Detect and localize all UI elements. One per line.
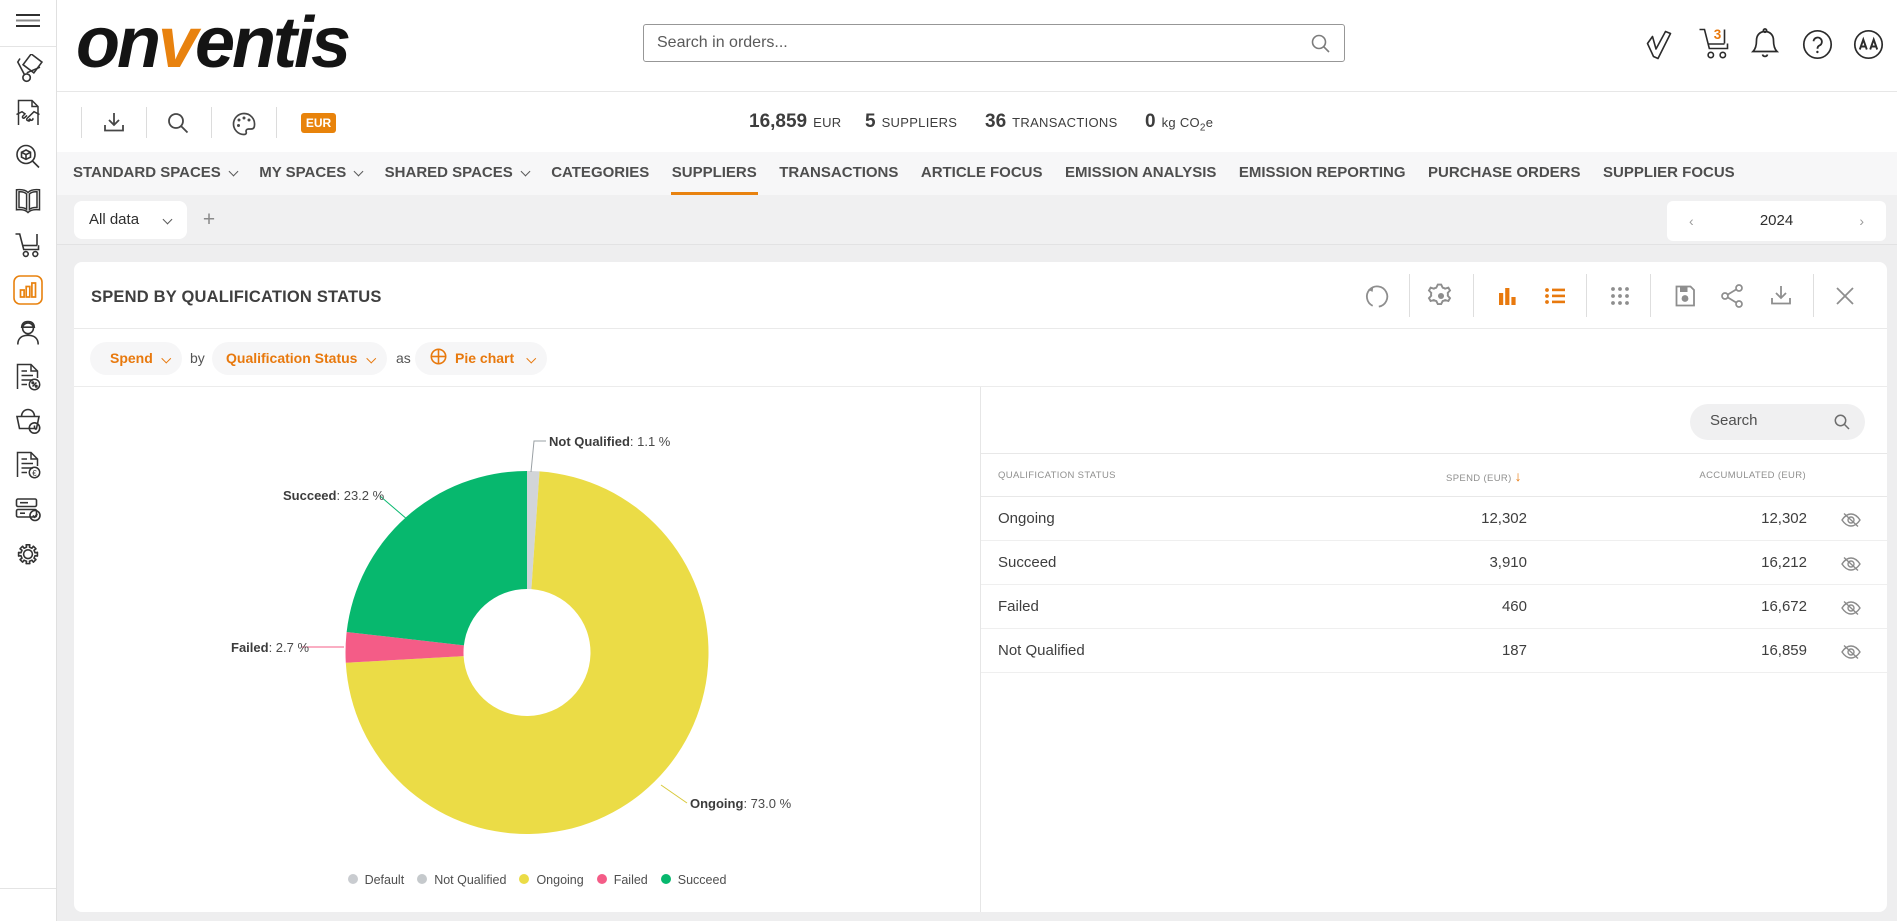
svg-text:3: 3: [1714, 27, 1722, 42]
svg-text:€: €: [32, 469, 37, 478]
